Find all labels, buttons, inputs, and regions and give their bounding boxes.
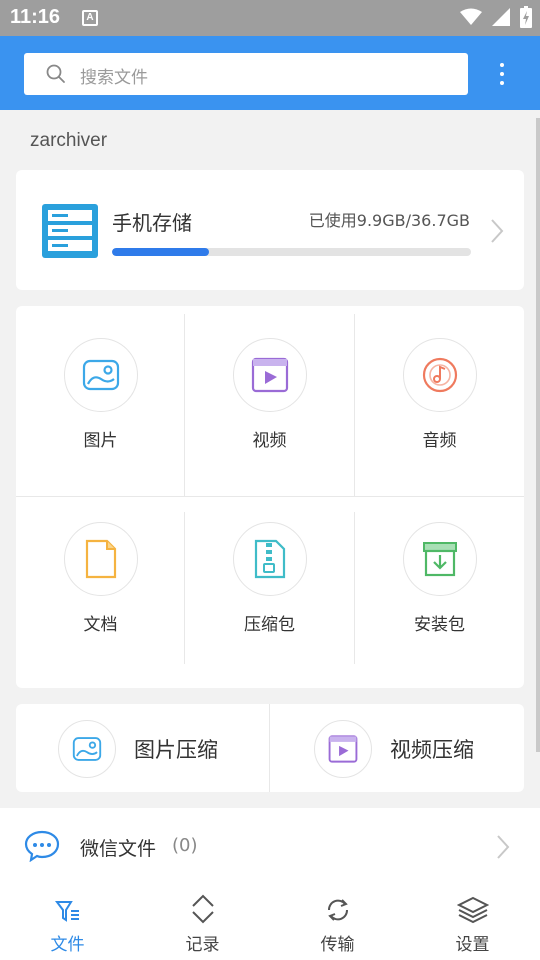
filter-files-icon	[0, 882, 135, 924]
compress-label: 视频压缩	[390, 738, 474, 762]
image-icon	[58, 720, 116, 778]
section-title: zarchiver	[30, 130, 108, 151]
signal-icon	[492, 8, 510, 26]
image-icon	[63, 338, 138, 412]
layers-icon	[405, 882, 540, 924]
category-label: 安装包	[414, 615, 465, 635]
divider	[269, 704, 270, 792]
updown-icon	[135, 882, 270, 924]
accessibility-notification-icon: A	[82, 10, 98, 26]
chevron-right-icon	[497, 835, 510, 859]
category-packages[interactable]: 安装包	[355, 522, 524, 635]
video-icon	[232, 338, 307, 412]
top-bar: 搜索文件	[0, 36, 540, 110]
tab-label: 传输	[320, 935, 355, 955]
wifi-icon	[460, 8, 482, 25]
category-videos[interactable]: 视频	[185, 338, 354, 451]
tab-label: 记录	[185, 935, 220, 955]
chevron-right-icon	[491, 219, 504, 243]
category-images[interactable]: 图片	[16, 338, 185, 451]
category-label: 文档	[83, 615, 118, 635]
category-audio[interactable]: 音频	[355, 338, 524, 451]
compress-label: 图片压缩	[134, 738, 218, 762]
storage-progress-fill	[112, 248, 209, 256]
category-label: 音频	[422, 431, 457, 451]
tab-settings[interactable]: 设置	[405, 882, 540, 960]
video-icon	[314, 720, 372, 778]
search-placeholder: 搜索文件	[80, 68, 148, 88]
compress-card: 图片压缩 视频压缩	[16, 704, 524, 792]
storage-usage: 已使用9.9GB/36.7GB	[308, 211, 470, 230]
category-archives[interactable]: 压缩包	[185, 522, 354, 635]
search-icon	[46, 64, 65, 83]
tab-label: 文件	[50, 935, 85, 955]
tab-history[interactable]: 记录	[135, 882, 270, 960]
divider	[16, 496, 524, 497]
tab-transfer[interactable]: 传输	[270, 882, 405, 960]
image-compress-button[interactable]: 图片压缩	[58, 720, 218, 778]
status-time: 11:16	[10, 6, 61, 28]
category-label: 压缩包	[244, 615, 295, 635]
category-grid: 图片 视频 音频 文档 压缩包 安装包	[16, 306, 524, 688]
status-bar: 11:16 A	[0, 0, 540, 36]
search-input[interactable]: 搜索文件	[24, 53, 468, 95]
system-icons	[460, 6, 532, 28]
package-icon	[402, 522, 477, 596]
archive-icon	[232, 522, 307, 596]
wechat-files-row[interactable]: 微信文件 (0)	[0, 808, 540, 882]
category-label: 视频	[252, 431, 287, 451]
document-icon	[63, 522, 138, 596]
category-documents[interactable]: 文档	[16, 522, 185, 635]
battery-icon	[520, 6, 532, 28]
phone-storage-card[interactable]: 手机存储 已使用9.9GB/36.7GB	[16, 170, 524, 290]
storage-icon	[42, 204, 98, 258]
storage-progress-bar	[112, 248, 471, 256]
sync-icon	[270, 882, 405, 924]
wechat-files-count: (0)	[172, 835, 198, 856]
video-compress-button[interactable]: 视频压缩	[314, 720, 474, 778]
category-label: 图片	[83, 431, 118, 451]
chat-bubble-icon	[24, 830, 60, 862]
wechat-files-label: 微信文件	[80, 838, 157, 860]
scrollbar[interactable]	[536, 118, 540, 752]
storage-label: 手机存储	[112, 211, 192, 235]
bottom-navigation: 文件 记录 传输 设置	[0, 882, 540, 960]
more-menu-icon[interactable]	[492, 60, 512, 88]
audio-icon	[402, 338, 477, 412]
tab-files[interactable]: 文件	[0, 882, 135, 960]
tab-label: 设置	[455, 935, 490, 955]
